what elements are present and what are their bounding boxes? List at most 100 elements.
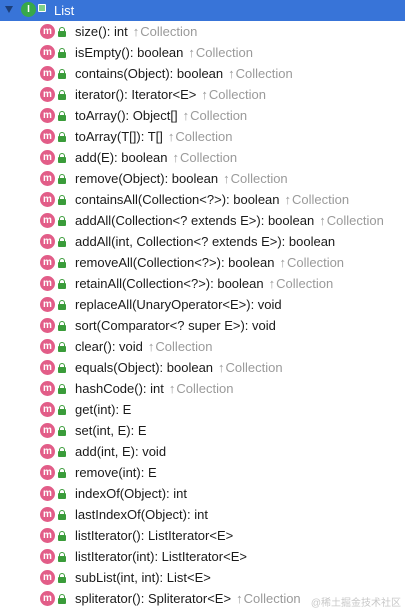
method-signature-text: size(): int (75, 24, 128, 39)
method-icon: m (40, 507, 55, 522)
method-row[interactable]: m add(E): boolean ↑Collection (0, 147, 405, 168)
method-signature-text: set(int, E): E (75, 423, 147, 438)
up-arrow-icon: ↑ (132, 24, 140, 39)
public-lock-icon (58, 90, 66, 100)
root-title: List (54, 3, 75, 18)
method-icon: m (40, 24, 55, 39)
method-icon: m (40, 444, 55, 459)
method-row[interactable]: m containsAll(Collection<?>): boolean ↑Col… (0, 189, 405, 210)
method-icon: m (40, 423, 55, 438)
method-row[interactable]: m isEmpty(): boolean ↑Collection (0, 42, 405, 63)
inherited-from-label: Collection (140, 24, 198, 39)
method-row[interactable]: m contains(Object): boolean ↑Collection (0, 63, 405, 84)
method-row[interactable]: m hashCode(): int ↑Collection (0, 378, 405, 399)
inherited-from: ↑Collection (148, 339, 213, 354)
method-icon: m (40, 297, 55, 312)
public-lock-icon (58, 594, 66, 604)
inherited-from-label: Collection (180, 150, 238, 165)
method-row[interactable]: m equals(Object): boolean ↑Collection (0, 357, 405, 378)
method-signature: clear(): void ↑Collection (75, 338, 213, 355)
method-signature: get(int): E (75, 401, 131, 418)
up-arrow-icon: ↑ (201, 87, 208, 102)
method-signature-text: toArray(): Object[] (75, 108, 178, 123)
method-row[interactable]: m toArray(): Object[] ↑Collection (0, 105, 405, 126)
method-signature-text: add(int, E): void (75, 444, 167, 459)
up-arrow-icon: ↑ (168, 381, 176, 396)
method-row[interactable]: m retainAll(Collection<?>): boolean ↑Colle… (0, 273, 405, 294)
inherited-from-label: Collection (176, 381, 234, 396)
public-lock-icon (58, 321, 66, 331)
method-row[interactable]: m addAll(int, Collection<? extends E>): b… (0, 231, 405, 252)
method-icon: m (40, 150, 55, 165)
method-signature-text: addAll(Collection<? extends E>): boolean (75, 213, 315, 228)
public-lock-icon (58, 195, 66, 205)
method-row[interactable]: m sort(Comparator<? super E>): void (0, 315, 405, 336)
method-row[interactable]: m listIterator(): ListIterator<E> (0, 525, 405, 546)
method-icon: m (40, 192, 55, 207)
inherited-from-label: Collection (286, 255, 345, 270)
method-signature: add(E): boolean ↑Collection (75, 149, 237, 166)
method-signature: addAll(int, Collection<? extends E>): bo… (75, 233, 335, 250)
inherited-from: ↑Collection (218, 360, 283, 375)
up-arrow-icon: ↑ (223, 171, 230, 186)
inherited-from: ↑Collection (319, 213, 384, 228)
method-signature-text: replaceAll(UnaryOperator<E>): void (75, 297, 282, 312)
method-signature: size(): int ↑Collection (75, 23, 197, 40)
method-icon: m (40, 66, 55, 81)
method-signature-text: toArray(T[]): T[] (75, 129, 163, 144)
method-row[interactable]: m listIterator(int): ListIterator<E> (0, 546, 405, 567)
public-lock-icon (58, 468, 66, 478)
public-lock-icon (58, 531, 66, 541)
inherited-from-label: Collection (276, 276, 334, 291)
method-row[interactable]: m replaceAll(UnaryOperator<E>): void (0, 294, 405, 315)
inherited-from: ↑Collection (188, 45, 253, 60)
up-arrow-icon: ↑ (228, 66, 235, 81)
method-row[interactable]: m indexOf(Object): int (0, 483, 405, 504)
public-lock-icon (58, 279, 66, 289)
inherited-from: ↑Collection (285, 192, 350, 207)
method-signature: removeAll(Collection<?>): boolean ↑Collec… (75, 254, 344, 271)
method-row[interactable]: m remove(int): E (0, 462, 405, 483)
method-row[interactable]: m remove(Object): boolean ↑Collection (0, 168, 405, 189)
method-row[interactable]: m get(int): E (0, 399, 405, 420)
method-signature: hashCode(): int ↑Collection (75, 380, 233, 397)
collapse-arrow-icon[interactable] (5, 6, 13, 13)
method-icon: m (40, 591, 55, 606)
method-signature-text: sort(Comparator<? super E>): void (75, 318, 276, 333)
method-row[interactable]: m subList(int, int): List<E> (0, 567, 405, 588)
public-lock-icon (58, 48, 66, 58)
method-row[interactable]: m iterator(): Iterator<E> ↑Collection (0, 84, 405, 105)
inherited-from-label: Collection (292, 192, 350, 207)
inherited-from: ↑Collection (173, 150, 238, 165)
method-icon: m (40, 528, 55, 543)
method-signature: add(int, E): void (75, 443, 166, 460)
method-signature: retainAll(Collection<?>): boolean ↑Collec… (75, 275, 333, 292)
method-signature-text: listIterator(int): ListIterator<E> (75, 549, 247, 564)
method-row[interactable]: m clear(): void ↑Collection (0, 336, 405, 357)
up-arrow-icon: ↑ (188, 45, 195, 60)
public-lock-icon (58, 174, 66, 184)
method-row[interactable]: m size(): int ↑Collection (0, 21, 405, 42)
inherited-from-label: Collection (326, 213, 384, 228)
public-lock-icon (38, 4, 46, 12)
method-row[interactable]: m toArray(T[]): T[] ↑Collection (0, 126, 405, 147)
method-row[interactable]: m addAll(Collection<? extends E>): boolea… (0, 210, 405, 231)
method-icon: m (40, 465, 55, 480)
method-icon: m (40, 360, 55, 375)
method-signature-text: isEmpty(): boolean (75, 45, 184, 60)
method-signature: listIterator(int): ListIterator<E> (75, 548, 247, 565)
tree-root-list[interactable]: I List (0, 0, 405, 21)
method-row[interactable]: m removeAll(Collection<?>): boolean ↑Colle… (0, 252, 405, 273)
public-lock-icon (58, 489, 66, 499)
method-signature: indexOf(Object): int (75, 485, 187, 502)
method-row[interactable]: m add(int, E): void (0, 441, 405, 462)
method-row[interactable]: m lastIndexOf(Object): int (0, 504, 405, 525)
method-icon: m (40, 570, 55, 585)
public-lock-icon (58, 258, 66, 268)
method-row[interactable]: m set(int, E): E (0, 420, 405, 441)
public-lock-icon (58, 363, 66, 373)
method-signature-text: iterator(): Iterator<E> (75, 87, 197, 102)
method-icon: m (40, 276, 55, 291)
method-signature-text: remove(Object): boolean (75, 171, 219, 186)
method-signature-text: contains(Object): boolean (75, 66, 224, 81)
